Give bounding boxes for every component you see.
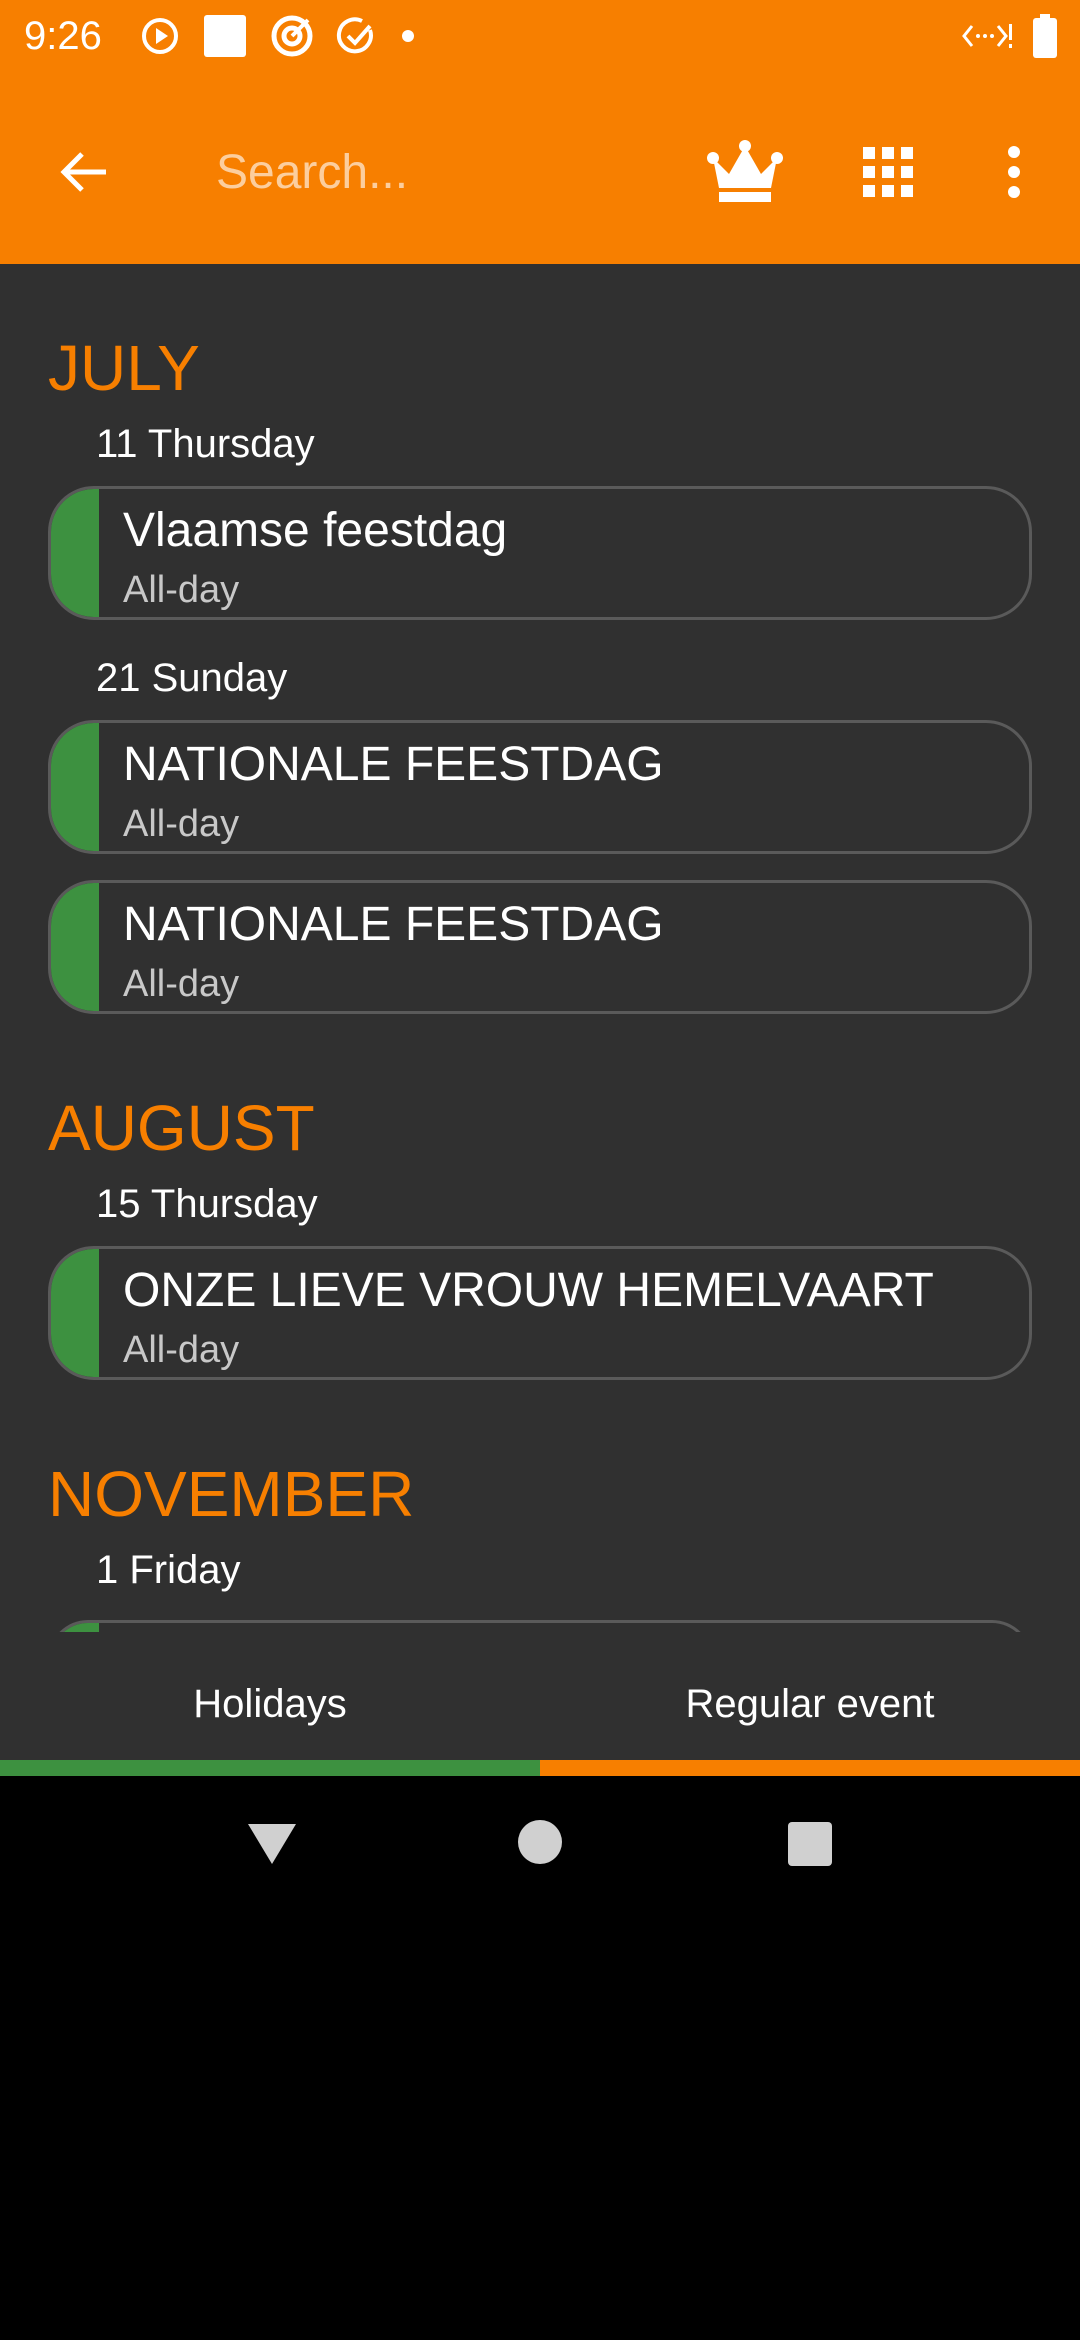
event-title: Vlaamse feestdag (123, 504, 508, 557)
premium-button[interactable] (700, 132, 790, 212)
search-input[interactable] (216, 130, 676, 214)
back-button[interactable] (44, 132, 124, 212)
event-card[interactable]: ONZE LIEVE VROUW HEMELVAART All-day (48, 1246, 1032, 1380)
more-options-button[interactable] (974, 132, 1054, 212)
month-header: NOVEMBER (48, 1458, 415, 1530)
crown-icon (707, 140, 783, 202)
event-card[interactable]: Vlaamse feestdag All-day (48, 486, 1032, 620)
status-time: 9:26 (24, 14, 102, 58)
status-notification-icons (140, 14, 418, 58)
tab-indicator-regular (540, 1760, 1080, 1776)
event-card[interactable]: NATIONALE FEESTDAG All-day (48, 720, 1032, 854)
event-subtitle: All-day (123, 569, 240, 611)
tab-holidays[interactable]: Holidays (0, 1632, 540, 1776)
dot-icon (402, 30, 414, 42)
event-color-bar (51, 489, 99, 617)
play-circle-icon (142, 18, 178, 54)
event-card[interactable]: NATIONALE FEESTDAG All-day (48, 880, 1032, 1014)
event-subtitle: All-day (123, 803, 240, 845)
check-badge-icon (336, 17, 373, 54)
data-signal-icon (962, 24, 1012, 48)
nav-home-icon[interactable] (516, 1818, 564, 1866)
event-title: NATIONALE FEESTDAG (123, 898, 664, 951)
event-color-bar (51, 883, 99, 1011)
back-arrow-icon (60, 152, 106, 192)
day-header: 21 Sunday (96, 656, 288, 700)
month-header: AUGUST (48, 1092, 315, 1164)
event-title: NATIONALE FEESTDAG (123, 738, 664, 791)
tab-regular-event[interactable]: Regular event (540, 1632, 1080, 1776)
event-subtitle: All-day (123, 963, 240, 1005)
target-icon (271, 15, 313, 57)
app-bar (0, 72, 1080, 264)
month-header: JULY (48, 332, 200, 404)
tab-indicator-holidays (0, 1760, 540, 1776)
more-vert-icon (1008, 146, 1020, 198)
status-system-icons (962, 14, 1058, 58)
nav-back-icon[interactable] (244, 1816, 300, 1872)
event-title: ONZE LIEVE VROUW HEMELVAART (123, 1264, 934, 1317)
event-color-bar (51, 1249, 99, 1377)
day-header: 15 Thursday (96, 1182, 318, 1226)
event-color-bar (51, 1623, 99, 1632)
nav-recents-icon[interactable] (786, 1820, 834, 1868)
day-header: 11 Thursday (96, 422, 315, 466)
day-header: 1 Friday (96, 1548, 241, 1592)
grid-view-button[interactable] (848, 132, 928, 212)
bottom-tabs: Holidays Regular event (0, 1632, 1080, 1776)
event-card-partial[interactable] (48, 1620, 1032, 1632)
grid-icon (863, 147, 913, 197)
system-nav-bar (0, 1776, 1080, 1920)
event-list[interactable]: JULY 11 Thursday Vlaamse feestdag All-da… (0, 264, 1080, 1632)
event-subtitle: All-day (123, 1329, 240, 1371)
battery-icon (1033, 14, 1057, 58)
event-color-bar (51, 723, 99, 851)
status-bar: 9:26 (0, 0, 1080, 72)
square-app-icon (204, 15, 246, 57)
